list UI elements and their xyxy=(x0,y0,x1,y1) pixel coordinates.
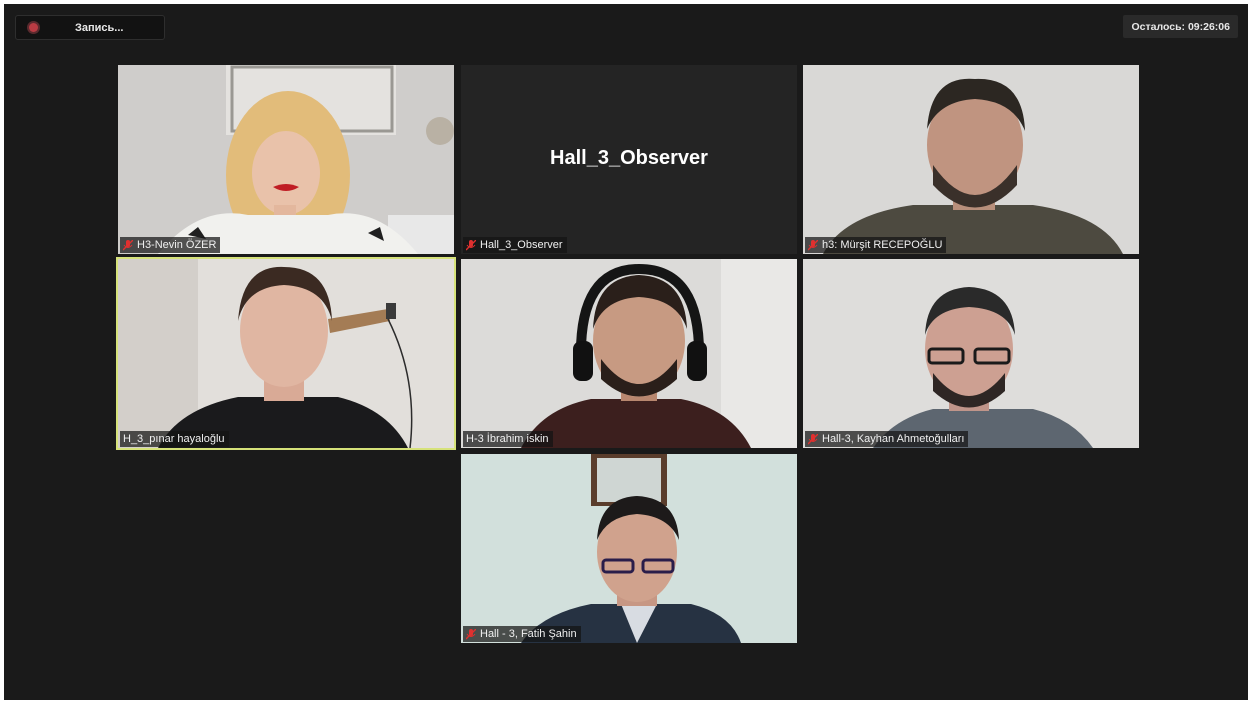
video-tile-participant-1[interactable]: H3-Nevin ÖZER xyxy=(118,65,454,254)
video-tile-participant-6[interactable]: Hall-3, Kayhan Ahmetoğulları xyxy=(803,259,1139,448)
video-tile-participant-2[interactable]: Hall_3_Observer Hall_3_Observer xyxy=(461,65,797,254)
video-tile-participant-3[interactable]: h3: Mürşit RECEPOĞLU xyxy=(803,65,1139,254)
participant-video xyxy=(803,65,1139,254)
participant-name-label: H_3_pınar hayaloğlu xyxy=(120,431,229,447)
video-tile-participant-5[interactable]: H-3 İbrahim iskin xyxy=(461,259,797,448)
participant-name: Hall-3, Kayhan Ahmetoğulları xyxy=(822,433,965,445)
participant-name: h3: Mürşit RECEPOĞLU xyxy=(822,239,943,251)
recording-indicator[interactable]: Запись... xyxy=(15,15,165,40)
meeting-window: Запись... Осталось: 09:26:06 H3-Nevin ÖZ… xyxy=(4,4,1248,700)
participant-name-label: H-3 İbrahim iskin xyxy=(463,431,553,447)
participant-video xyxy=(118,65,454,254)
participant-name: H_3_pınar hayaloğlu xyxy=(123,433,225,445)
time-remaining: Осталось: 09:26:06 xyxy=(1123,15,1238,38)
participant-name-label: h3: Mürşit RECEPOĞLU xyxy=(805,237,947,253)
participant-name: H3-Nevin ÖZER xyxy=(137,239,217,251)
muted-mic-icon xyxy=(466,628,476,639)
video-tile-participant-4[interactable]: H_3_pınar hayaloğlu xyxy=(116,257,456,450)
muted-mic-icon xyxy=(123,239,133,250)
video-tile-participant-7[interactable]: Hall - 3, Fatih Şahin xyxy=(461,454,797,643)
participant-video xyxy=(118,259,454,448)
recording-label: Запись... xyxy=(75,21,124,34)
participant-video xyxy=(803,259,1139,448)
participant-name: Hall - 3, Fatih Şahin xyxy=(480,628,577,640)
muted-mic-icon xyxy=(808,239,818,250)
participant-name: Hall_3_Observer xyxy=(480,239,563,251)
participant-name-label: Hall_3_Observer xyxy=(463,237,567,253)
participant-name-label: Hall-3, Kayhan Ahmetoğulları xyxy=(805,431,969,447)
participant-name: H-3 İbrahim iskin xyxy=(466,433,549,445)
participant-display-name: Hall_3_Observer xyxy=(550,147,708,169)
muted-mic-icon xyxy=(808,433,818,444)
participant-video xyxy=(461,259,797,448)
participant-video xyxy=(461,454,797,643)
muted-mic-icon xyxy=(466,239,476,250)
participant-name-label: H3-Nevin ÖZER xyxy=(120,237,221,253)
record-dot-icon xyxy=(29,23,38,32)
participant-name-label: Hall - 3, Fatih Şahin xyxy=(463,626,581,642)
